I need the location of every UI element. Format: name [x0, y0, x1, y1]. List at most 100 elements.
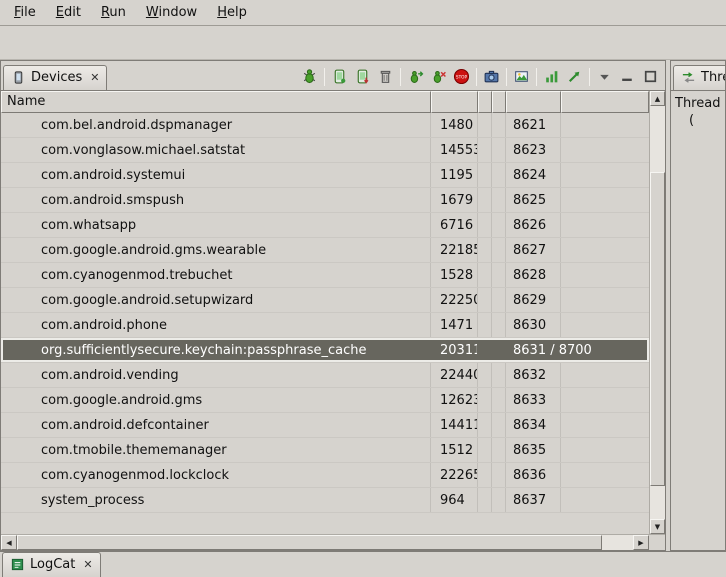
process-name: org.sufficientlysecure.keychain:passphra…	[1, 338, 431, 362]
process-port: 8628	[506, 263, 561, 287]
scroll-left-button[interactable]: ◀	[1, 535, 17, 550]
table-row[interactable]: system_process9648637	[1, 488, 649, 513]
process-port: 8625	[506, 188, 561, 212]
table-row[interactable]: com.android.smspush16798625	[1, 188, 649, 213]
process-port: 8626	[506, 213, 561, 237]
process-pid: 1512	[431, 438, 478, 462]
process-port: 8635	[506, 438, 561, 462]
menu-edit[interactable]: Edit	[46, 2, 91, 23]
process-pid: 14553	[431, 138, 478, 162]
start-profiling-icon[interactable]	[427, 65, 450, 88]
close-icon[interactable]: ✕	[83, 558, 92, 571]
process-port: 8632	[506, 363, 561, 387]
horizontal-scroll-thumb[interactable]	[17, 535, 602, 550]
toolbar-separator	[476, 68, 477, 86]
device-table-body: com.bel.android.dspmanager14808621com.vo…	[1, 113, 649, 534]
filler-cell	[561, 463, 649, 487]
spacer-cell	[492, 488, 506, 512]
threads-message: Thread up (	[671, 91, 725, 133]
tab-threads[interactable]: Threads	[673, 65, 726, 90]
tab-devices[interactable]: Devices ✕	[3, 65, 107, 90]
filler-cell	[561, 438, 649, 462]
column-header-name[interactable]: Name	[1, 91, 431, 113]
column-header-spacer[interactable]	[492, 91, 506, 113]
filler-cell	[561, 313, 649, 337]
update-threads-icon[interactable]	[404, 65, 427, 88]
view-menu-icon[interactable]	[593, 65, 616, 88]
process-name: com.android.vending	[1, 363, 431, 387]
horizontal-scroll-track[interactable]	[17, 535, 633, 550]
process-name: com.google.android.gms	[1, 388, 431, 412]
process-port: 8630	[506, 313, 561, 337]
spacer-cell	[478, 163, 492, 187]
vertical-scroll-track[interactable]	[650, 106, 665, 519]
process-name: com.bel.android.dspmanager	[1, 113, 431, 137]
menu-file[interactable]: File	[4, 2, 46, 23]
tab-logcat[interactable]: LogCat ✕	[2, 552, 101, 577]
table-row[interactable]: com.android.vending224408632	[1, 363, 649, 388]
method-profiling-icon[interactable]	[563, 65, 586, 88]
debug-process-icon[interactable]	[298, 65, 321, 88]
table-row[interactable]: com.google.android.gms126238633	[1, 388, 649, 413]
filler-cell	[561, 188, 649, 212]
process-pid: 1471	[431, 313, 478, 337]
table-row[interactable]: com.android.systemui11958624	[1, 163, 649, 188]
table-row[interactable]: com.vonglasow.michael.satstat145538623	[1, 138, 649, 163]
scroll-right-button[interactable]: ▶	[633, 535, 649, 550]
spacer-cell	[492, 188, 506, 212]
stop-process-icon[interactable]: STOP	[450, 65, 473, 88]
column-header-spacer[interactable]	[478, 91, 492, 113]
close-icon[interactable]: ✕	[90, 71, 99, 84]
table-row[interactable]: com.cyanogenmod.lockclock222658636	[1, 463, 649, 488]
spacer-cell	[478, 213, 492, 237]
vertical-scrollbar[interactable]: ▲ ▼	[649, 91, 665, 534]
threads-tabbar: Threads	[671, 61, 725, 91]
spacer-cell	[478, 238, 492, 262]
column-header-pid[interactable]	[431, 91, 478, 113]
maximize-icon[interactable]	[639, 65, 662, 88]
table-row[interactable]: com.google.android.gms.wearable221858627	[1, 238, 649, 263]
cause-gc-icon[interactable]	[374, 65, 397, 88]
column-header-port[interactable]	[506, 91, 561, 113]
table-row[interactable]: com.android.phone14718630	[1, 313, 649, 338]
table-row[interactable]: com.android.defcontainer144118634	[1, 413, 649, 438]
menu-window[interactable]: Window	[136, 2, 207, 23]
horizontal-scrollbar[interactable]: ◀ ▶	[1, 534, 665, 550]
table-row[interactable]: com.google.android.setupwizard222508629	[1, 288, 649, 313]
filler-cell	[561, 238, 649, 262]
table-row[interactable]: com.bel.android.dspmanager14808621	[1, 113, 649, 138]
spacer-cell	[492, 413, 506, 437]
filler-cell	[561, 363, 649, 387]
table-row[interactable]: org.sufficientlysecure.keychain:passphra…	[1, 338, 649, 363]
menu-help[interactable]: Help	[207, 2, 257, 23]
process-pid: 22265	[431, 463, 478, 487]
screen-capture-icon[interactable]	[480, 65, 503, 88]
table-row[interactable]: com.cyanogenmod.trebuchet15288628	[1, 263, 649, 288]
menu-run[interactable]: Run	[91, 2, 136, 23]
spacer-cell	[492, 163, 506, 187]
process-pid: 6716	[431, 213, 478, 237]
capture-video-icon[interactable]	[510, 65, 533, 88]
toolbar-separator	[536, 68, 537, 86]
spacer-cell	[478, 313, 492, 337]
spacer-cell	[492, 138, 506, 162]
dump-hprof-icon[interactable]	[351, 65, 374, 88]
devices-panel: Devices ✕	[0, 60, 666, 551]
table-row[interactable]: com.tmobile.thememanager15128635	[1, 438, 649, 463]
update-heap-icon[interactable]	[328, 65, 351, 88]
scroll-up-button[interactable]: ▲	[650, 91, 665, 106]
logcat-bar: LogCat ✕	[0, 551, 726, 577]
filler-cell	[561, 113, 649, 137]
heap-stats-icon[interactable]	[540, 65, 563, 88]
minimize-icon[interactable]	[616, 65, 639, 88]
ddms-window: File Edit Run Window Help Devices ✕	[0, 0, 726, 577]
toolbar-strip	[0, 26, 726, 60]
table-header: Name	[1, 91, 649, 113]
scroll-down-button[interactable]: ▼	[650, 519, 665, 534]
filler-cell	[561, 163, 649, 187]
table-row[interactable]: com.whatsapp67168626	[1, 213, 649, 238]
vertical-scroll-thumb[interactable]	[650, 172, 665, 486]
process-pid: 1480	[431, 113, 478, 137]
spacer-cell	[492, 438, 506, 462]
spacer-cell	[492, 338, 506, 362]
